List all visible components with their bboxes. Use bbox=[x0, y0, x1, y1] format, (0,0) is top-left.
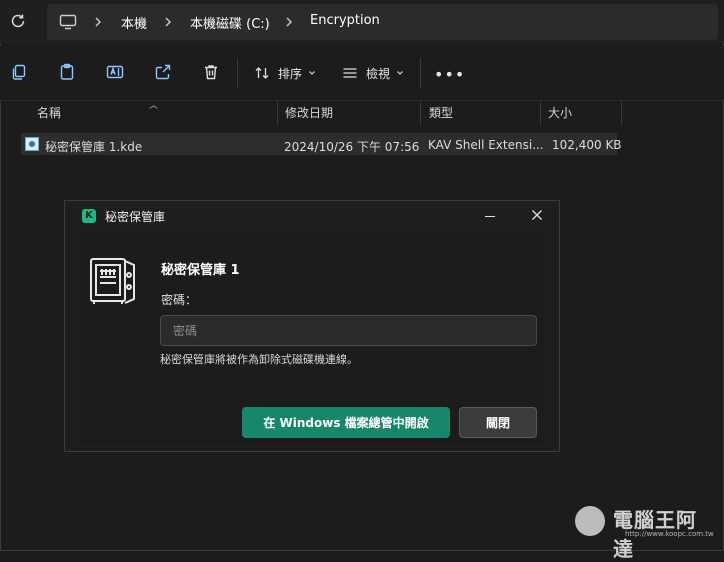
mascot-icon bbox=[575, 506, 605, 536]
chevron-down-icon bbox=[397, 71, 403, 75]
open-in-explorer-button[interactable]: 在 Windows 檔案總管中開啟 bbox=[242, 407, 450, 438]
paste-icon[interactable] bbox=[58, 63, 76, 81]
sort-icon bbox=[255, 67, 269, 79]
breadcrumb-item-encryption[interactable]: Encryption bbox=[310, 13, 380, 28]
close-button[interactable]: 關閉 bbox=[459, 407, 537, 438]
vault-file-icon bbox=[25, 137, 39, 151]
share-icon[interactable] bbox=[154, 63, 172, 81]
breadcrumb[interactable]: 本機 本機磁碟 (C:) Encryption bbox=[47, 4, 718, 40]
column-divider[interactable] bbox=[621, 101, 622, 125]
chevron-right-icon[interactable] bbox=[93, 15, 103, 29]
vault-dialog: K 秘密保管庫 秘密保管庫 1 密碼： 秘密保管庫將被作為卸除式磁碟機連線。 在… bbox=[64, 200, 560, 452]
sort-label: 排序 bbox=[278, 66, 303, 81]
kaspersky-logo-icon: K bbox=[82, 209, 96, 223]
dialog-body: 秘密保管庫 1 密碼： 秘密保管庫將被作為卸除式磁碟機連線。 在 Windows… bbox=[79, 234, 545, 445]
vault-safe-icon bbox=[90, 258, 135, 304]
file-name[interactable]: 秘密保管庫 1.kde bbox=[45, 138, 142, 155]
column-divider[interactable] bbox=[420, 101, 421, 125]
watermark-logo: 電腦王阿達 http://www.koopc.com.tw bbox=[575, 500, 715, 561]
password-label: 密碼： bbox=[161, 293, 198, 307]
password-field[interactable] bbox=[160, 315, 537, 346]
chevron-right-icon[interactable] bbox=[163, 15, 173, 29]
file-modified: 2024/10/26 下午 07:56 bbox=[284, 140, 420, 154]
connection-note: 秘密保管庫將被作為卸除式磁碟機連線。 bbox=[160, 353, 358, 366]
column-divider[interactable] bbox=[540, 101, 541, 125]
toolbar-divider bbox=[420, 58, 421, 88]
column-header-size[interactable]: 大小 bbox=[548, 101, 572, 125]
chevron-right-icon[interactable] bbox=[284, 15, 294, 29]
column-header-type[interactable]: 類型 bbox=[429, 101, 453, 125]
address-bar: 本機 本機磁碟 (C:) Encryption bbox=[0, 0, 724, 44]
sort-button[interactable]: 排序 bbox=[254, 63, 324, 83]
view-list-icon bbox=[343, 68, 357, 78]
view-label: 檢視 bbox=[366, 66, 391, 81]
file-size: 102,400 KB bbox=[552, 138, 622, 152]
rename-icon[interactable] bbox=[106, 63, 124, 81]
refresh-icon[interactable] bbox=[9, 12, 27, 30]
toolbar-divider bbox=[237, 58, 238, 88]
vault-name: 秘密保管庫 1 bbox=[161, 263, 240, 278]
view-button[interactable]: 檢視 bbox=[342, 63, 412, 83]
breadcrumb-item-this-pc[interactable]: 本機 bbox=[121, 13, 147, 32]
chevron-down-icon bbox=[309, 71, 315, 75]
close-icon[interactable] bbox=[531, 209, 543, 221]
sort-ascending-icon: ︿ bbox=[149, 101, 159, 111]
breadcrumb-item-local-disk[interactable]: 本機磁碟 (C:) bbox=[190, 13, 270, 32]
column-divider[interactable] bbox=[277, 101, 278, 125]
delete-icon[interactable] bbox=[202, 63, 220, 81]
file-type: KAV Shell Extensi... bbox=[428, 138, 544, 152]
dialog-title: 秘密保管庫 bbox=[105, 210, 166, 224]
monitor-icon[interactable] bbox=[59, 14, 77, 30]
minimize-icon[interactable] bbox=[485, 216, 495, 217]
command-bar: 排序 檢視 ••• bbox=[0, 46, 724, 101]
copy-icon[interactable] bbox=[10, 63, 28, 81]
more-options-icon[interactable]: ••• bbox=[434, 65, 465, 84]
column-header-name[interactable]: 名稱 bbox=[37, 101, 61, 125]
dialog-titlebar[interactable]: K 秘密保管庫 bbox=[65, 201, 559, 231]
column-header-modified[interactable]: 修改日期 bbox=[285, 101, 333, 125]
watermark-url: http://www.koopc.com.tw bbox=[625, 530, 714, 538]
